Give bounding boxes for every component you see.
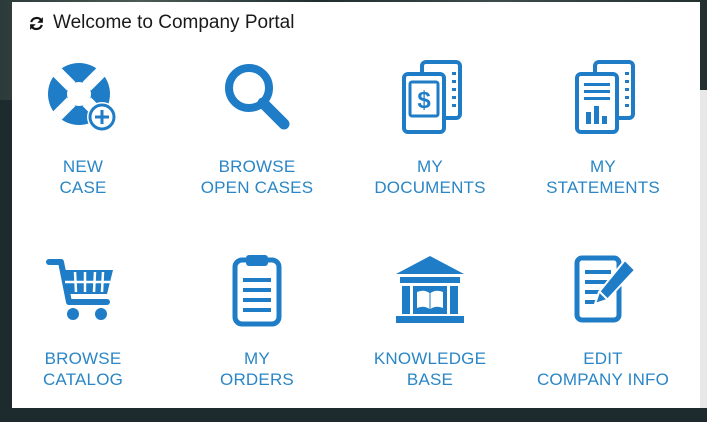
- tile-label: NEW CASE: [59, 157, 107, 197]
- search-icon: [225, 64, 290, 130]
- shopping-cart-icon: [46, 259, 113, 320]
- tile-label: MY DOCUMENTS: [374, 157, 486, 197]
- tile-label: BROWSE OPEN CASES: [200, 157, 314, 197]
- tile-browse-open-cases[interactable]: BROWSE OPEN CASES: [172, 60, 342, 230]
- tile-label: MY STATEMENTS: [546, 157, 660, 197]
- tile-edit-company-info[interactable]: EDIT COMPANY INFO: [518, 252, 688, 422]
- tile-label: BROWSE CATALOG: [42, 349, 124, 389]
- edit-document-icon: [574, 255, 637, 323]
- statements-chart-icon: [575, 60, 635, 134]
- tile-label: KNOWLEDGE BASE: [373, 349, 487, 389]
- svg-text:$: $: [417, 87, 431, 114]
- lifebuoy-plus-icon: [48, 63, 117, 132]
- tile-knowledge-base[interactable]: KNOWLEDGE BASE: [345, 252, 515, 422]
- refresh-icon[interactable]: [28, 15, 45, 32]
- tile-label: EDIT COMPANY INFO: [536, 349, 670, 389]
- tile-my-statements[interactable]: MY STATEMENTS: [518, 60, 688, 230]
- page-title: Welcome to Company Portal: [53, 12, 295, 33]
- tile-my-documents[interactable]: $ MY DOCUMENTS: [345, 60, 515, 230]
- tile-new-case[interactable]: NEW CASE: [0, 60, 168, 230]
- tile-browse-catalog[interactable]: BROWSE CATALOG: [0, 252, 168, 422]
- portal-header: Welcome to Company Portal: [28, 12, 294, 34]
- tile-my-orders[interactable]: MY ORDERS: [172, 252, 342, 422]
- library-book-icon: [396, 256, 464, 323]
- tile-label: MY ORDERS: [220, 349, 294, 389]
- clipboard-icon: [232, 255, 282, 327]
- portal-panel: Welcome to Company Portal NEW CASE BROWS…: [12, 2, 700, 408]
- documents-dollar-icon: $: [402, 60, 462, 134]
